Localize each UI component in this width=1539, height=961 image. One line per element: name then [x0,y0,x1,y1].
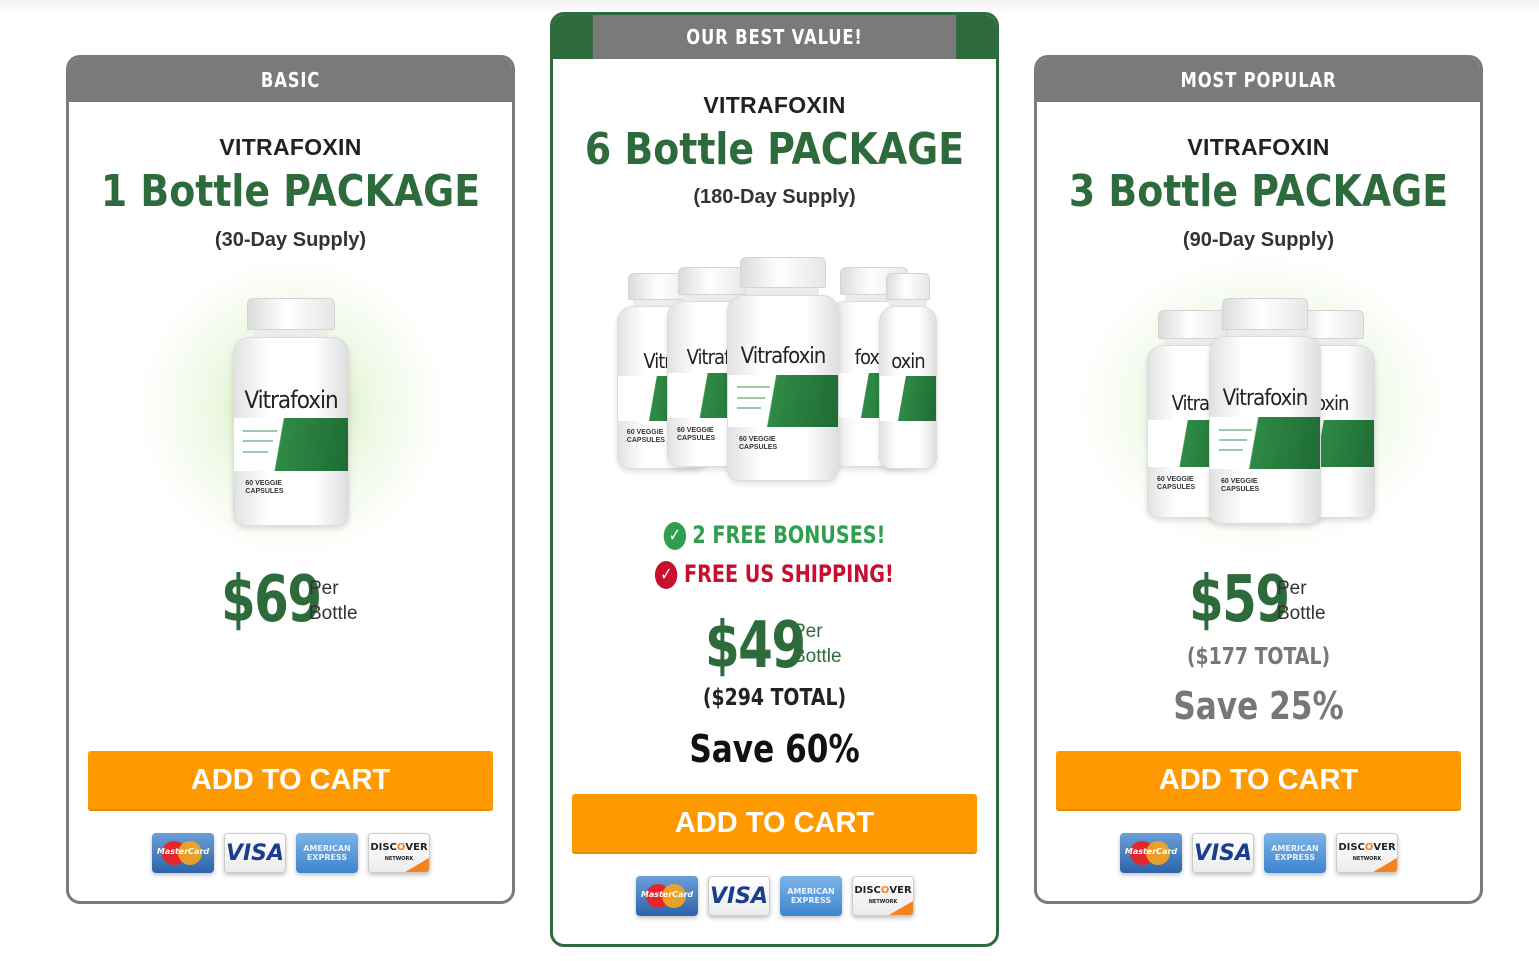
best-add-to-cart-button[interactable]: ADD TO CART [572,794,977,852]
best-bonus-line: ✓ 2 FREE BONUSES! [597,521,951,550]
basic-price: $69 [221,563,322,637]
popular-add-to-cart-button[interactable]: ADD TO CART [1056,751,1461,809]
discover-icon: DISCOVER NETWORK [1336,833,1398,873]
popular-brand: VITRAFOXIN [1187,134,1330,160]
best-per-bottle: Per Bottle [793,619,842,669]
best-bottle-image-3: oxin [879,273,937,469]
popular-banner: MOST POPULAR [1037,58,1480,102]
mastercard-icon: MasterCard [636,876,698,916]
visa-icon: VISA [1192,833,1254,873]
bottle-label: Vitrafoxin [740,343,827,369]
best-payment-icons: MasterCard VISA AMERICAN EXPRESS DISCOVER… [636,876,914,916]
popular-package-title: 3 Bottle PACKAGE [1068,166,1449,217]
check-circle-icon: ✓ [663,522,686,550]
bonus-text: 2 FREE BONUSES! [692,521,886,549]
basic-supply: (30-Day Supply) [214,229,367,251]
bottle-label-text: Bottle [309,603,358,624]
best-total: ($294 TOTAL) [702,685,847,711]
best-price: $49 [705,609,806,683]
bottle-label: Vitrafoxin [244,386,338,415]
best-save: Save 60% [689,727,860,771]
popular-total: ($177 TOTAL) [1186,644,1331,670]
best-supply: (180-Day Supply) [693,186,856,208]
american-express-icon: AMERICAN EXPRESS [1264,833,1326,873]
best-bottle-image-center: Vitrafoxin 60 VEGGIE CAPSULES [727,257,839,481]
mastercard-icon: MasterCard [1120,833,1182,873]
per-label: Per [793,621,823,642]
popular-price: $59 [1189,563,1290,637]
popular-banner-label: MOST POPULAR [1076,58,1441,102]
bottle-label-text: Bottle [793,646,842,667]
check-circle-icon: ✓ [655,561,678,589]
popular-per-bottle: Per Bottle [1277,576,1326,626]
american-express-icon: AMERICAN EXPRESS [780,876,842,916]
basic-banner: BASIC [69,58,512,102]
discover-icon: DISCOVER NETWORK [368,833,430,873]
basic-brand: VITRAFOXIN [219,134,362,160]
best-banner-label: OUR BEST VALUE! [592,15,957,59]
basic-package-card: BASIC VITRAFOXIN 1 Bottle PACKAGE (30-Da… [66,55,515,904]
popular-payment-icons: MasterCard VISA AMERICAN EXPRESS DISCOVER… [1120,833,1398,873]
popular-supply: (90-Day Supply) [1182,229,1335,251]
basic-per-bottle: Per Bottle [309,576,358,626]
visa-icon: VISA [224,833,286,873]
basic-package-title: 1 Bottle PACKAGE [100,166,481,217]
best-package-title: 6 Bottle PACKAGE [584,124,965,175]
american-express-icon: AMERICAN EXPRESS [296,833,358,873]
basic-payment-icons: MasterCard VISA AMERICAN EXPRESS DISCOVER… [152,833,430,873]
popular-save: Save 25% [1173,684,1344,728]
visa-icon: VISA [708,876,770,916]
per-label: Per [1277,578,1307,599]
mastercard-icon: MasterCard [152,833,214,873]
shipping-text: FREE US SHIPPING! [683,560,894,588]
bottle-label-text: Bottle [1277,603,1326,624]
basic-banner-label: BASIC [108,58,473,102]
bottle-label: Vitrafoxin [1222,385,1309,411]
per-label: Per [309,578,339,599]
discover-icon: DISCOVER NETWORK [852,876,914,916]
best-value-package-card: OUR BEST VALUE! VITRAFOXIN 6 Bottle PACK… [550,12,999,947]
best-shipping-line: ✓ FREE US SHIPPING! [597,560,951,589]
best-brand: VITRAFOXIN [703,92,846,118]
best-banner: OUR BEST VALUE! [553,15,996,59]
popular-bottle-image-center: Vitrafoxin 60 VEGGIE CAPSULES [1209,298,1321,524]
basic-add-to-cart-button[interactable]: ADD TO CART [88,751,493,809]
basic-bottle-image: Vitrafoxin 60 VEGGIE CAPSULES [233,298,349,526]
popular-package-card: MOST POPULAR VITRAFOXIN 3 Bottle PACKAGE… [1034,55,1483,904]
